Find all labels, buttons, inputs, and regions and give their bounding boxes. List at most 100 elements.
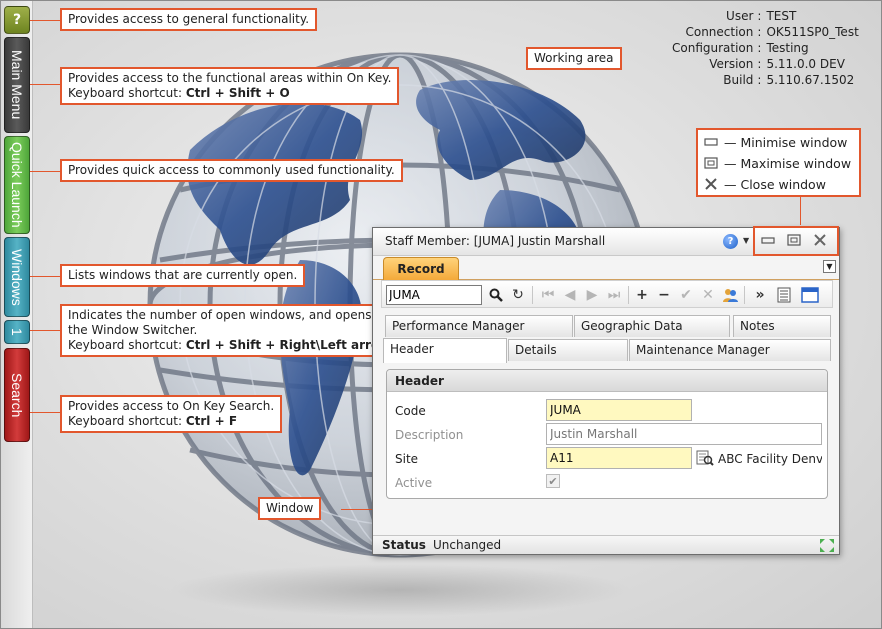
more-actions-icon[interactable]: » xyxy=(750,285,770,305)
code-field[interactable] xyxy=(546,399,692,421)
callout-window-count-shortcut: Keyboard shortcut: Ctrl + Shift + Right\… xyxy=(68,338,390,353)
info-configuration-row: Configuration : Testing xyxy=(672,40,859,56)
toolbar-separator xyxy=(744,286,745,304)
info-build-row: Build : 5.110.67.1502 xyxy=(672,72,859,88)
main-menu-label: Main Menu xyxy=(9,50,25,120)
info-build-label: Build xyxy=(723,73,754,87)
window-title-bar[interactable]: Staff Member: [JUMA] Justin Marshall ? ▼ xyxy=(373,226,839,256)
refresh-icon[interactable]: ↻ xyxy=(508,285,528,305)
info-version-label: Version xyxy=(709,57,754,71)
tab-maintenance-manager[interactable]: Maintenance Manager xyxy=(629,339,831,361)
minimise-button[interactable] xyxy=(759,232,777,248)
callout-connector xyxy=(30,276,62,277)
legend-maximise-text: — Maximise window xyxy=(724,155,852,171)
main-menu-button[interactable]: Main Menu xyxy=(4,37,30,133)
info-separator: : xyxy=(757,25,762,39)
shortcut-prefix: Keyboard shortcut: xyxy=(68,414,186,428)
site-description: ABC Facility Denve xyxy=(718,452,822,466)
info-connection-row: Connection : OK511SP0_Test xyxy=(672,24,859,40)
chevron-down-icon[interactable]: ▼ xyxy=(743,236,749,245)
callout-quick-launch: Provides quick access to commonly used f… xyxy=(60,159,403,182)
info-user-row: User : TEST xyxy=(672,8,859,24)
callout-window-count-line2: the Window Switcher. xyxy=(68,323,198,337)
tab-record[interactable]: Record xyxy=(383,257,459,280)
close-button[interactable] xyxy=(811,232,829,248)
cancel-icon[interactable]: ✕ xyxy=(698,285,718,305)
list-view-icon[interactable] xyxy=(774,285,794,305)
shortcut-keys: Ctrl + Shift + Right\Left arrow xyxy=(185,338,391,352)
record-search-input[interactable] xyxy=(386,285,482,305)
help-icon[interactable]: ? xyxy=(723,234,738,249)
description-field[interactable] xyxy=(546,423,822,445)
info-user-label: User xyxy=(726,9,754,23)
callout-connector xyxy=(30,412,62,413)
windows-button[interactable]: Windows xyxy=(4,237,30,317)
site-field[interactable] xyxy=(546,447,692,469)
callout-window: Window xyxy=(258,497,322,520)
header-panel: Header Code Description Site ABC Facilit… xyxy=(386,369,828,499)
tab-performance-manager[interactable]: Performance Manager xyxy=(385,315,573,337)
tab-details[interactable]: Details xyxy=(508,339,628,361)
tab-header[interactable]: Header xyxy=(383,338,507,363)
minimise-icon xyxy=(704,138,718,146)
info-version-row: Version : 5.11.0.0 DEV xyxy=(672,56,859,72)
callout-connector xyxy=(30,171,62,172)
callout-search-shortcut: Keyboard shortcut: Ctrl + F xyxy=(68,414,274,429)
minimise-icon xyxy=(761,237,775,244)
legend-maximise: — Maximise window xyxy=(704,154,851,172)
shortcut-keys: Ctrl + Shift + O xyxy=(185,86,290,100)
legend-close: — Close window xyxy=(704,175,826,193)
status-label: Status xyxy=(382,538,426,552)
active-checkbox[interactable]: ✔ xyxy=(546,474,560,488)
toolbar-separator xyxy=(628,286,629,304)
shortcut-prefix: Keyboard shortcut: xyxy=(68,86,186,100)
quick-launch-button[interactable]: Quick Launch xyxy=(4,136,30,234)
previous-record-icon[interactable]: ◀ xyxy=(560,285,580,305)
search-icon[interactable] xyxy=(486,285,506,305)
panel-title: Header xyxy=(387,370,827,392)
remove-icon[interactable]: − xyxy=(654,285,674,305)
callout-window-count-line1: Indicates the number of open windows, an… xyxy=(68,308,372,322)
help-button[interactable]: ? xyxy=(4,6,30,34)
window-controls-highlight xyxy=(753,226,839,256)
callout-working-area-text: Working area xyxy=(534,51,614,65)
description-label: Description xyxy=(395,428,464,442)
callout-general: Provides access to general functionality… xyxy=(60,8,318,31)
resize-grip-icon[interactable] xyxy=(819,538,835,553)
info-build-value: 5.110.67.1502 xyxy=(766,73,855,87)
form-view-icon[interactable] xyxy=(800,285,820,305)
maximise-button[interactable] xyxy=(785,232,803,248)
staff-member-window[interactable]: Staff Member: [JUMA] Justin Marshall ? ▼… xyxy=(372,226,840,555)
callout-main-menu-shortcut: Keyboard shortcut: Ctrl + Shift + O xyxy=(68,86,391,101)
callout-connector xyxy=(341,509,373,510)
callout-window-count: Indicates the number of open windows, an… xyxy=(60,304,399,357)
info-configuration-label: Configuration xyxy=(672,41,754,55)
maximise-icon xyxy=(787,234,801,246)
tab-geographic-data[interactable]: Geographic Data xyxy=(574,315,730,337)
users-icon[interactable] xyxy=(720,285,740,305)
save-icon[interactable]: ✔ xyxy=(676,285,696,305)
legend-close-text: — Close window xyxy=(724,176,826,192)
search-button[interactable]: Search xyxy=(4,348,30,442)
info-user-value: TEST xyxy=(766,9,797,23)
last-record-icon[interactable]: ⏭ xyxy=(604,285,624,305)
next-record-icon[interactable]: ▶ xyxy=(582,285,602,305)
first-record-icon[interactable]: ⏮ xyxy=(538,285,558,305)
legend-minimise: — Minimise window xyxy=(704,133,847,151)
maximise-icon xyxy=(704,157,718,169)
tab-menu-dropdown[interactable]: ▼ xyxy=(823,260,836,273)
callout-general-text: Provides access to general functionality… xyxy=(68,12,310,26)
info-connection-value: OK511SP0_Test xyxy=(766,25,859,39)
shortcut-keys: Ctrl + F xyxy=(185,414,238,428)
window-count-button[interactable]: 1 xyxy=(4,320,30,344)
toolbar-separator xyxy=(532,286,533,304)
tab-notes[interactable]: Notes xyxy=(733,315,831,337)
add-icon[interactable]: + xyxy=(632,285,652,305)
code-label: Code xyxy=(395,404,426,418)
callout-window-text: Window xyxy=(266,501,314,515)
info-separator: : xyxy=(757,73,762,87)
site-lookup-icon[interactable] xyxy=(696,449,714,467)
callout-quick-launch-text: Provides quick access to commonly used f… xyxy=(68,163,395,177)
callout-search: Provides access to On Key Search. Keyboa… xyxy=(60,395,283,433)
quick-launch-label: Quick Launch xyxy=(9,142,25,228)
